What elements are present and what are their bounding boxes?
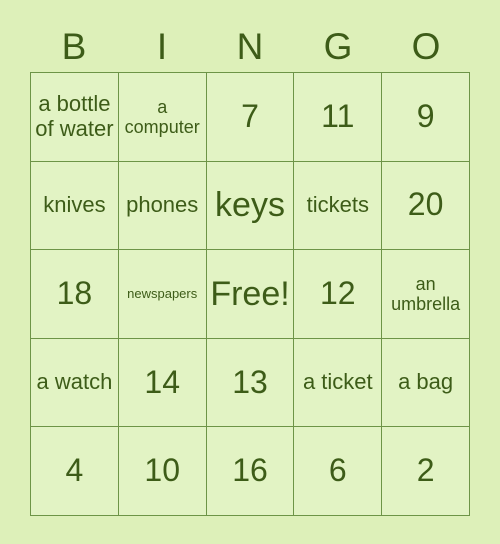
bingo-cell[interactable]: 13 [206,338,295,428]
bingo-cell[interactable]: 7 [206,73,295,162]
bingo-cell-label: a watch [36,369,113,395]
bingo-cell-free-space[interactable]: Free! [206,250,295,339]
bingo-cell[interactable]: a ticket [294,338,383,428]
bingo-cell[interactable]: a computer [118,73,207,162]
bingo-cell[interactable]: keys [206,161,295,251]
bingo-header-row: B I N G O [30,22,470,72]
bingo-cell[interactable]: tickets [294,161,383,251]
bingo-header-letter-i: I [156,26,168,67]
bingo-cell-label: phones [126,192,199,218]
bingo-cell-label: 20 [407,186,444,223]
bingo-cell-label: tickets [306,192,369,218]
bingo-cell-label: 6 [328,452,347,489]
bingo-cell[interactable]: 14 [118,338,207,428]
bingo-cell[interactable]: 4 [31,427,119,516]
bingo-card: B I N G O a bottle of water a computer 7… [0,0,500,544]
bingo-cell[interactable]: a watch [31,338,119,428]
bingo-cell[interactable]: 11 [294,73,383,162]
bingo-cell-label: 16 [232,452,268,489]
bingo-cell[interactable]: newspapers [118,250,207,339]
bingo-cell-label: newspapers [127,285,198,301]
bingo-cell-label: keys [215,186,285,225]
bingo-cell-label: knives [43,192,106,218]
bingo-cell[interactable]: 2 [382,427,470,516]
bingo-cell-label: 14 [144,363,180,400]
bingo-cell-label: a computer [124,96,200,137]
bingo-header-letter-n: N [236,26,264,67]
bingo-cell-label: 12 [319,275,356,312]
bingo-cell-label: 4 [65,452,84,489]
bingo-cell-label: 10 [144,452,180,489]
bingo-cell[interactable]: 18 [31,250,119,339]
bingo-cell[interactable]: 12 [294,250,383,339]
bingo-cell-label: 11 [321,97,355,134]
bingo-cell[interactable]: 6 [294,427,383,516]
bingo-header-letter-b: B [61,26,87,67]
bingo-cell[interactable]: 16 [206,427,295,516]
bingo-cell[interactable]: a bag [382,338,470,428]
bingo-header-letter-g: G [323,26,353,67]
bingo-cell-label: a ticket [302,369,373,395]
bingo-cell-label: a bag [398,369,454,395]
bingo-cell[interactable]: 20 [382,161,470,251]
bingo-grid: a bottle of water a computer 7 11 9 kniv… [30,72,470,516]
bingo-cell-label: 2 [416,452,435,489]
bingo-cell[interactable]: 9 [382,73,470,162]
bingo-header-letter-o: O [411,26,441,67]
bingo-cell[interactable]: phones [118,161,207,251]
bingo-cell-label: 9 [416,97,435,134]
bingo-cell-label: a bottle of water [35,91,114,141]
bingo-cell-label: an umbrella [391,273,461,314]
bingo-cell-label: 7 [241,97,259,134]
bingo-cell[interactable]: an umbrella [382,250,470,339]
bingo-cell[interactable]: a bottle of water [31,73,119,162]
bingo-cell[interactable]: knives [31,161,119,251]
bingo-cell-label: 13 [232,363,268,400]
bingo-cell-label: Free! [210,274,290,313]
bingo-cell-label: 18 [56,275,93,312]
bingo-cell[interactable]: 10 [118,427,207,516]
